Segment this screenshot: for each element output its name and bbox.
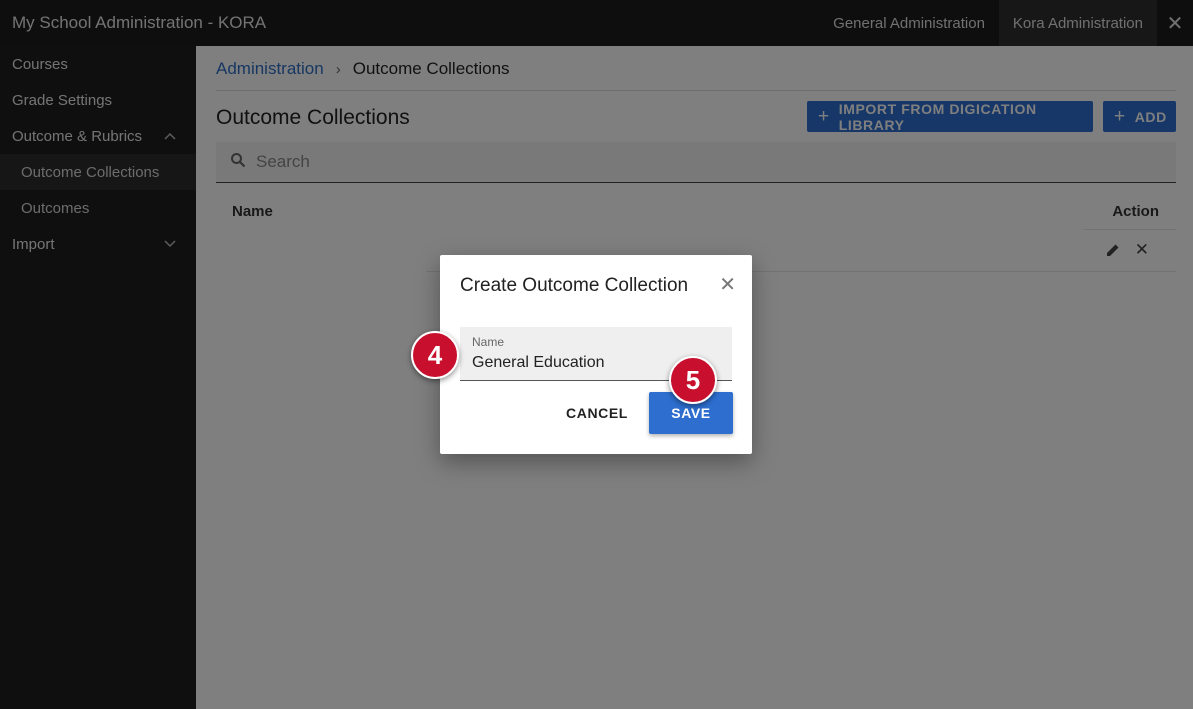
step-badge: 4	[411, 331, 459, 379]
name-field-label: Name	[472, 335, 505, 349]
name-field-value: General Education	[472, 354, 605, 371]
dialog-title: Create Outcome Collection	[460, 275, 689, 296]
create-outcome-collection-dialog: Create Outcome Collection ✕ Name General…	[440, 255, 752, 454]
cancel-button[interactable]: CANCEL	[560, 396, 634, 430]
close-icon[interactable]: ✕	[719, 272, 736, 297]
step-badge: 5	[669, 356, 717, 404]
